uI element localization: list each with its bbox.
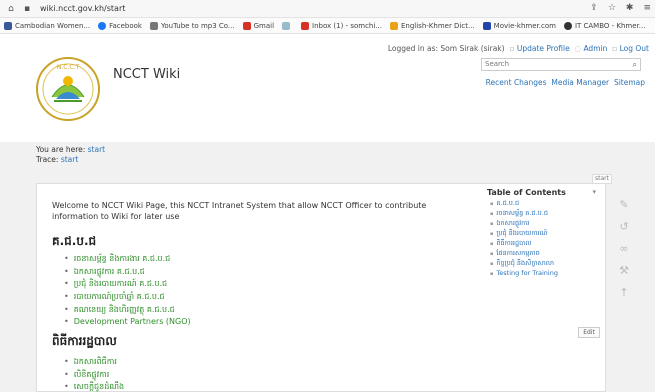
list-item[interactable]: សេចក្ដីជូនដំណឹង: [64, 381, 124, 392]
table-of-contents: Table of Contents ▾ គ.ជ.ប.ជ រចនាសម្ព័ន្ធ…: [484, 186, 602, 292]
bookmark-item[interactable]: English-Khmer Dict...: [389, 21, 475, 30]
recent-changes-link[interactable]: Recent Changes: [486, 78, 547, 87]
share-icon[interactable]: ⇪: [590, 3, 598, 13]
section-heading: គ.ជ.ប.ជ: [52, 234, 97, 248]
history-icon[interactable]: ↺: [619, 220, 628, 234]
admin-icon: ◌: [574, 44, 582, 53]
bookmark-item[interactable]: [282, 21, 293, 30]
list-item[interactable]: Development Partners (NGO): [64, 316, 191, 329]
toc-item[interactable]: ឯកសារផ្លូវការ: [490, 219, 602, 229]
list-item[interactable]: របាយការណ៍ប្រចាំឆ្នាំ គ.ជ.ប.ជ: [64, 291, 191, 304]
facebook-icon: [98, 21, 107, 30]
page-tab[interactable]: start: [592, 174, 612, 184]
toc-item[interactable]: ពិធីការរដ្ឋបាល: [490, 239, 602, 249]
toc-item[interactable]: រចនាសម្ព័ន្ធ គ.ជ.ប.ជ: [490, 209, 602, 219]
browser-address-bar: ⌂ ▪ wiki.ncct.gov.kh/start ⇪ ☆ ✱ ≡: [0, 0, 655, 18]
intro-text: Welcome to NCCT Wiki Page, this NCCT Int…: [52, 201, 427, 221]
movie-icon: [482, 21, 491, 30]
toc-item[interactable]: ផែនការសកម្មភាព: [490, 249, 602, 259]
section-heading: ពិធីការរដ្ឋបាល: [52, 334, 117, 348]
logged-in-text: Logged in as: Som Sirak (sirak): [387, 44, 505, 53]
chevron-down-icon[interactable]: ▾: [592, 188, 596, 196]
pencil-icon[interactable]: ✎: [619, 198, 628, 212]
gmail-icon: [301, 21, 310, 30]
dictionary-icon: [389, 21, 398, 30]
menu-icon[interactable]: ≡: [643, 3, 651, 13]
sitemap-link[interactable]: Sitemap: [614, 78, 645, 87]
search-icon[interactable]: ⌕: [633, 59, 637, 70]
ncct-logo[interactable]: N.C.C.T: [34, 55, 102, 123]
edit-button[interactable]: Edit: [578, 327, 600, 338]
update-profile-link[interactable]: Update Profile: [517, 44, 570, 53]
breadcrumb-start-link[interactable]: start: [88, 145, 105, 154]
list-item[interactable]: រចនាសម្ព័ន្ធ និងការងារ គ.ជ.ប.ជ: [64, 253, 191, 266]
toc-item[interactable]: គ.ជ.ប.ជ: [490, 199, 602, 209]
search-input[interactable]: Search ⌕: [481, 58, 641, 71]
bookmark-item[interactable]: Cambodian Women...: [4, 21, 90, 30]
user-links: Logged in as: Som Sirak (sirak) ▫ Update…: [388, 44, 649, 53]
breadcrumb: You are here: start Trace: start: [36, 145, 106, 164]
bookmark-favicon-icon: [563, 21, 572, 30]
logout-icon: ▫: [612, 44, 618, 53]
list-item[interactable]: ឯកសារផ្លូវការ គ.ជ.ប.ជ: [64, 266, 191, 279]
list-item[interactable]: ឯកសារពិធីការ: [64, 356, 124, 369]
list-item[interactable]: ប្រជុំ និងរបាយការណ៍ គ.ជ.ប.ជ: [64, 278, 191, 291]
bookmark-item[interactable]: IT CAMBO - Khmer...: [563, 21, 645, 30]
site-title[interactable]: NCCT Wiki: [113, 67, 180, 82]
hammer-icon[interactable]: ⚒: [619, 264, 629, 278]
home-icon[interactable]: ⌂: [6, 4, 16, 14]
section-list: ឯកសារពិធីការ លិខិតផ្លូវការ សេចក្ដីជូនដំណ…: [64, 356, 124, 392]
bookmarks-bar: Cambodian Women... Facebook YouTube to m…: [0, 18, 655, 34]
bookmark-item[interactable]: YouTube to mp3 Co...: [150, 21, 235, 30]
url-field[interactable]: wiki.ncct.gov.kh/start: [40, 4, 125, 13]
arrow-up-icon[interactable]: ↑: [619, 286, 628, 300]
page-tools: ✎ ↺ ∞ ⚒ ↑: [616, 198, 632, 300]
extension-icon[interactable]: ✱: [626, 3, 634, 13]
bookmark-favicon-icon: [282, 21, 291, 30]
list-item[interactable]: លិខិតផ្លូវការ: [64, 369, 124, 382]
media-manager-link[interactable]: Media Manager: [551, 78, 609, 87]
toc-item[interactable]: កិច្ចប្រជុំ និងសិក្ខាសាលា: [490, 259, 602, 269]
profile-icon: ▫: [509, 44, 515, 53]
svg-text:N.C.C.T: N.C.C.T: [57, 64, 80, 71]
section-list: រចនាសម្ព័ន្ធ និងការងារ គ.ជ.ប.ជ ឯកសារផ្លូ…: [64, 253, 191, 329]
gmail-icon: [242, 21, 251, 30]
logout-link[interactable]: Log Out: [620, 44, 649, 53]
trace-start-link[interactable]: start: [61, 155, 78, 164]
bookmark-item[interactable]: Movie-khmer.com: [482, 21, 556, 30]
toc-title[interactable]: Table of Contents: [484, 186, 602, 199]
list-item[interactable]: គណនេយ្យ និងហិរញ្ញវត្ថុ គ.ជ.ប.ជ: [64, 304, 191, 317]
toc-item[interactable]: Testing for Training: [490, 269, 602, 279]
link-icon[interactable]: ∞: [619, 242, 628, 256]
toc-item[interactable]: ប្រជុំ និងរបាយការណ៍: [490, 229, 602, 239]
bookmark-item[interactable]: Facebook: [98, 21, 142, 30]
bookmark-item[interactable]: Inbox (1) - somchi...: [301, 21, 382, 30]
bookmark-favicon-icon: [4, 21, 12, 30]
admin-link[interactable]: Admin: [583, 44, 607, 53]
bookmark-item[interactable]: Gmail: [242, 21, 274, 30]
site-tools: Recent Changes Media Manager Sitemap: [486, 78, 645, 87]
star-icon[interactable]: ☆: [608, 3, 616, 13]
youtube-icon: [150, 21, 158, 30]
lock-icon: ▪: [23, 3, 31, 14]
